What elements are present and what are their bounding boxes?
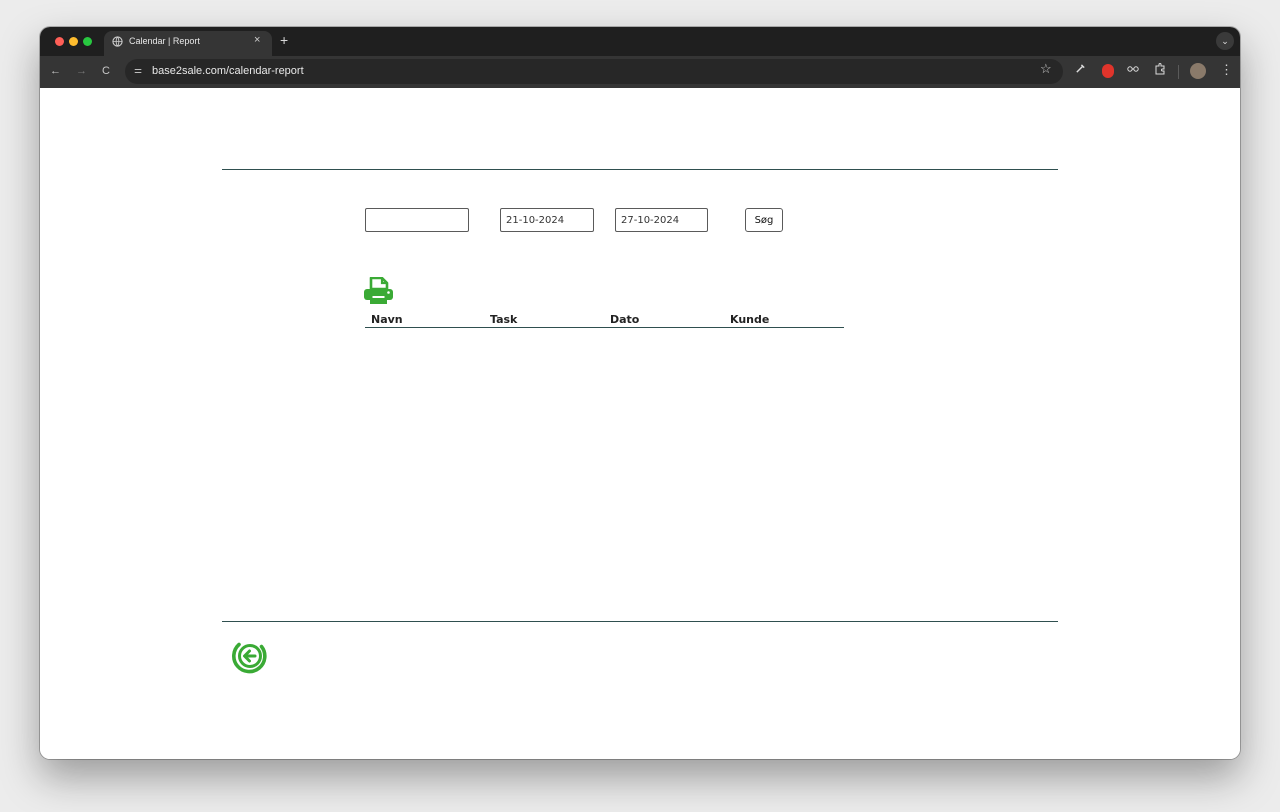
globe-icon xyxy=(112,36,123,47)
tab-bar: Calendar | Report × + ⌄ xyxy=(40,27,1240,56)
column-header-kunde: Kunde xyxy=(730,313,770,326)
extensions-puzzle-icon xyxy=(1155,63,1165,75)
tab-title: Calendar | Report xyxy=(129,36,200,46)
back-arrow-icon[interactable] xyxy=(231,637,269,675)
address-bar[interactable]: ⚌ base2sale.com/calendar-report xyxy=(125,59,1063,84)
browser-toolbar: ← → C ⚌ base2sale.com/calendar-report ☆ … xyxy=(40,56,1240,88)
color-picker-icon[interactable] xyxy=(1075,63,1086,78)
bookmark-star-icon[interactable]: ☆ xyxy=(1040,62,1052,75)
browser-window: Calendar | Report × + ⌄ ← → C ⚌ base2sal… xyxy=(40,27,1240,759)
browser-menu-button[interactable]: ⋮ xyxy=(1220,62,1233,78)
from-date-input[interactable] xyxy=(500,208,594,232)
eyedropper-icon xyxy=(1076,64,1085,73)
tab-calendar-report[interactable]: Calendar | Report × xyxy=(104,31,272,56)
new-tab-button[interactable]: + xyxy=(280,33,288,47)
minimize-window-button[interactable] xyxy=(69,37,78,46)
tab-search-button[interactable]: ⌄ xyxy=(1216,32,1234,50)
toolbar-divider xyxy=(1178,65,1179,79)
column-header-navn: Navn xyxy=(371,313,403,326)
close-window-button[interactable] xyxy=(55,37,64,46)
report-table-header: Navn Task Dato Kunde xyxy=(365,313,844,328)
top-divider xyxy=(222,169,1058,170)
shield-extension-icon[interactable] xyxy=(1102,64,1114,78)
page-content: Søg Navn Task Dato Kunde xyxy=(40,88,1240,759)
column-header-task: Task xyxy=(490,313,518,326)
to-date-input[interactable] xyxy=(615,208,708,232)
glasses-extension-icon[interactable] xyxy=(1127,63,1139,78)
glasses-icon xyxy=(1127,66,1139,72)
forward-button[interactable]: → xyxy=(76,64,87,78)
column-header-dato: Dato xyxy=(610,313,640,326)
tab-close-icon[interactable]: × xyxy=(254,34,260,46)
profile-avatar[interactable] xyxy=(1190,63,1206,79)
search-button[interactable]: Søg xyxy=(745,208,783,232)
maximize-window-button[interactable] xyxy=(83,37,92,46)
site-info-icon[interactable]: ⚌ xyxy=(134,65,142,76)
reload-button[interactable]: C xyxy=(102,64,110,78)
url-text[interactable]: base2sale.com/calendar-report xyxy=(152,65,304,77)
bottom-divider xyxy=(222,621,1058,622)
puzzle-icon[interactable] xyxy=(1154,63,1166,79)
print-icon[interactable] xyxy=(363,277,394,305)
back-button[interactable]: ← xyxy=(50,64,61,78)
name-search-input[interactable] xyxy=(365,208,469,232)
